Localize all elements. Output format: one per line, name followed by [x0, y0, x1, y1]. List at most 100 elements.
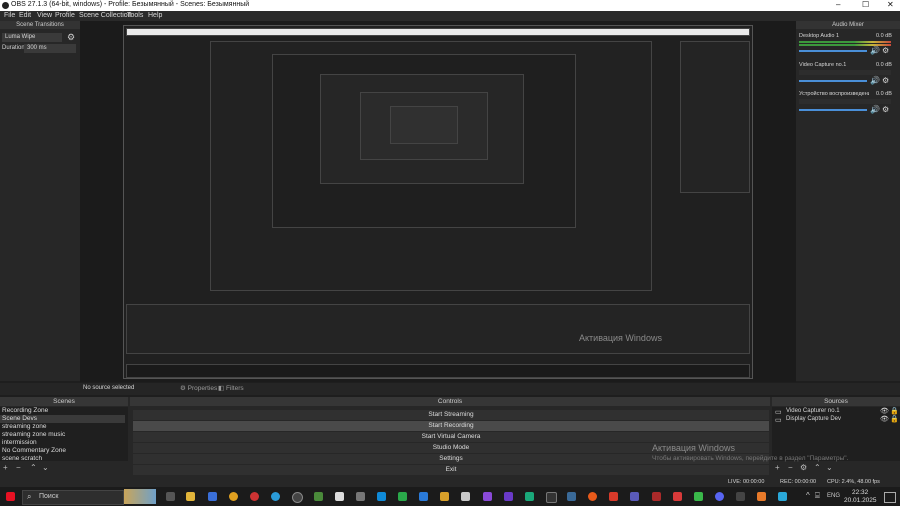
- steam-icon[interactable]: [567, 492, 576, 501]
- properties-button[interactable]: ⚙ Properties: [180, 384, 217, 392]
- lock-icon[interactable]: 🔒: [890, 415, 899, 423]
- menu-view[interactable]: View: [37, 12, 52, 19]
- start-virtual-camera-button[interactable]: Start Virtual Camera: [133, 432, 769, 442]
- network-icon[interactable]: ⌸: [815, 491, 820, 501]
- app-icon[interactable]: [356, 492, 365, 501]
- tray-chevron-icon[interactable]: ^: [806, 491, 810, 500]
- no-source-label: No source selected: [83, 385, 135, 391]
- add-icon[interactable]: +: [3, 463, 8, 472]
- menu-help[interactable]: Help: [148, 12, 162, 19]
- language-indicator[interactable]: ENG: [827, 493, 840, 499]
- app-icon[interactable]: [546, 492, 557, 503]
- skype-icon[interactable]: [377, 492, 386, 501]
- app-icon[interactable]: [630, 492, 639, 501]
- menu-edit[interactable]: Edit: [19, 12, 31, 19]
- app-icon[interactable]: [504, 492, 513, 501]
- volume-meter-bg: [799, 70, 891, 75]
- taskbar-search[interactable]: ⌕ Поиск: [22, 490, 124, 505]
- app-icon[interactable]: [609, 492, 618, 501]
- lock-icon[interactable]: 🔒: [890, 407, 899, 415]
- list-item[interactable]: Recording Zone: [0, 407, 125, 415]
- outlook-icon[interactable]: [208, 492, 217, 501]
- app-icon[interactable]: [483, 492, 492, 501]
- start-recording-button[interactable]: Start Recording: [133, 421, 769, 431]
- move-down-icon[interactable]: ⌄: [826, 463, 833, 472]
- list-item[interactable]: Display Capture Dev: [786, 416, 841, 422]
- remove-icon[interactable]: −: [16, 463, 21, 472]
- app-icon[interactable]: [440, 492, 449, 501]
- eye-icon[interactable]: 👁: [880, 407, 889, 415]
- move-up-icon[interactable]: ⌃: [814, 463, 821, 472]
- start-streaming-button[interactable]: Start Streaming: [133, 410, 769, 420]
- minimize-button[interactable]: –: [836, 0, 840, 9]
- yandex-icon[interactable]: [250, 492, 259, 501]
- preview-canvas[interactable]: Активация Windows: [123, 25, 753, 379]
- obs-icon[interactable]: [292, 492, 303, 503]
- speaker-icon[interactable]: 🔊: [870, 105, 880, 114]
- menu-tools[interactable]: Tools: [127, 12, 143, 19]
- app-icon[interactable]: [525, 492, 534, 501]
- remove-icon[interactable]: −: [788, 463, 793, 472]
- weather-widget-icon[interactable]: [124, 489, 156, 504]
- exit-button[interactable]: Exit: [133, 465, 769, 475]
- app-icon[interactable]: [335, 492, 344, 501]
- notification-icon[interactable]: [884, 492, 896, 503]
- nested-titlebar: [126, 28, 750, 36]
- transition-value: Luma Wipe: [5, 34, 36, 40]
- volume-slider[interactable]: [799, 109, 867, 111]
- close-button[interactable]: ✕: [887, 0, 894, 9]
- menu-scene-collection[interactable]: Scene Collection: [79, 12, 132, 19]
- gear-icon[interactable]: ⚙: [882, 76, 889, 85]
- list-item[interactable]: streaming zone music: [0, 431, 125, 439]
- task-view-icon[interactable]: [166, 492, 175, 501]
- minecraft-icon[interactable]: [314, 492, 323, 501]
- menu-profile[interactable]: Profile: [55, 12, 75, 19]
- speaker-icon[interactable]: 🔊: [870, 76, 880, 85]
- file-explorer-icon[interactable]: [186, 492, 195, 501]
- list-item[interactable]: streaming zone: [0, 423, 125, 431]
- discord-icon[interactable]: [715, 492, 724, 501]
- speaker-icon[interactable]: 🔊: [870, 46, 880, 55]
- move-up-icon[interactable]: ⌃: [30, 463, 37, 472]
- windows-start-icon[interactable]: [6, 492, 15, 501]
- clock-date[interactable]: 20.01.2025: [844, 497, 877, 504]
- app-icon[interactable]: [588, 492, 597, 501]
- app-icon[interactable]: [461, 492, 470, 501]
- activation-subtext: Чтобы активировать Windows, перейдите в …: [652, 455, 849, 462]
- list-item[interactable]: Video Capturer no.1: [786, 408, 840, 414]
- xbox-icon[interactable]: [398, 492, 407, 501]
- app-icon[interactable]: [652, 492, 661, 501]
- filters-button[interactable]: ◧ Filters: [218, 384, 244, 392]
- gear-icon[interactable]: ⚙: [800, 463, 807, 472]
- list-item[interactable]: scene scratch: [0, 455, 125, 463]
- chrome-icon[interactable]: [229, 492, 238, 501]
- volume-slider[interactable]: [799, 80, 867, 82]
- app-icon[interactable]: [757, 492, 766, 501]
- vscode-icon[interactable]: [419, 492, 428, 501]
- menu-file[interactable]: File: [4, 12, 15, 19]
- gear-icon[interactable]: ⚙: [882, 46, 889, 55]
- scene-transitions-dock: Scene Transitions Luma Wipe ⚙ Duration 3…: [0, 21, 80, 381]
- list-item[interactable]: intermission: [0, 439, 125, 447]
- bottom-docks: Scenes Recording Zone Scene Devs streami…: [0, 397, 900, 487]
- gear-icon[interactable]: ⚙: [882, 105, 889, 114]
- move-down-icon[interactable]: ⌄: [42, 463, 49, 472]
- list-item[interactable]: No Commentary Zone: [0, 447, 125, 455]
- transition-select[interactable]: Luma Wipe: [2, 33, 62, 42]
- gear-icon[interactable]: ⚙: [67, 32, 75, 43]
- app-icon[interactable]: [736, 492, 745, 501]
- add-icon[interactable]: +: [775, 463, 780, 472]
- duration-input[interactable]: 300 ms: [24, 44, 76, 53]
- maximize-button[interactable]: ☐: [862, 0, 869, 9]
- app-icon[interactable]: [694, 492, 703, 501]
- eye-icon[interactable]: 👁: [880, 415, 889, 423]
- edge-icon[interactable]: [271, 492, 280, 501]
- nested-mixer: [680, 41, 750, 193]
- app-icon[interactable]: [673, 492, 682, 501]
- clock-time[interactable]: 22:32: [852, 489, 868, 496]
- search-icon: ⌕: [27, 492, 32, 501]
- list-item[interactable]: Scene Devs: [0, 415, 125, 423]
- app-icon[interactable]: [778, 492, 787, 501]
- search-placeholder: Поиск: [39, 493, 59, 500]
- volume-slider[interactable]: [799, 50, 867, 52]
